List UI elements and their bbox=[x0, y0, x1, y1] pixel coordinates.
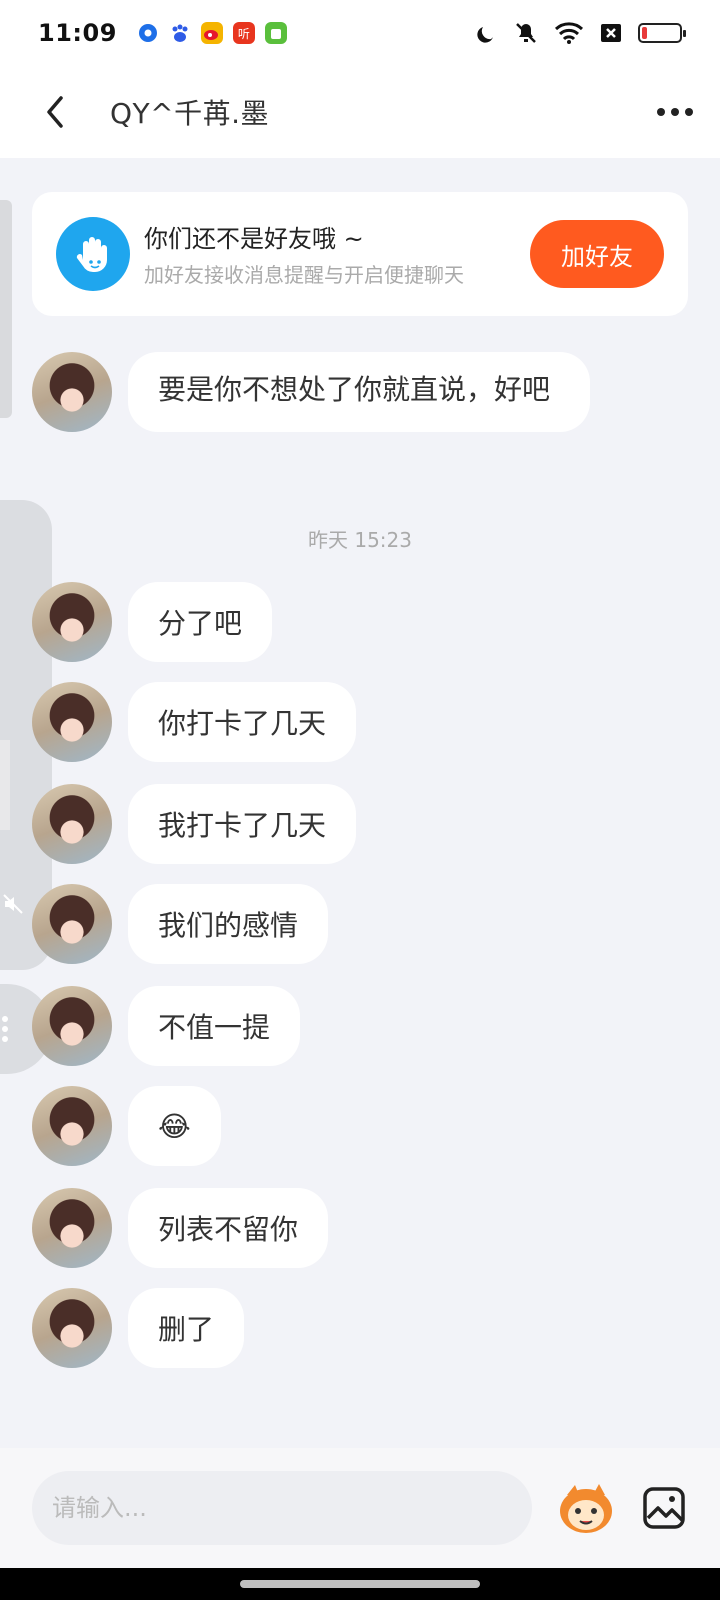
handle-dot-icon bbox=[2, 1036, 8, 1042]
status-time: 11:09 bbox=[38, 19, 117, 47]
handle-dot-icon bbox=[2, 1016, 8, 1022]
message-item: 列表不留你 bbox=[32, 1188, 329, 1268]
avatar[interactable] bbox=[32, 1288, 112, 1368]
weibo-icon bbox=[200, 22, 223, 44]
message-bubble[interactable]: 要是你不想处了你就直说，好吧 bbox=[128, 352, 590, 432]
message-item: 你打卡了几天 bbox=[32, 682, 357, 762]
notification-icons: 听 bbox=[136, 22, 287, 44]
avatar[interactable] bbox=[32, 884, 112, 964]
hand-wave-icon bbox=[56, 217, 130, 291]
message-item: 😂 bbox=[32, 1086, 221, 1166]
input-bar bbox=[0, 1448, 720, 1568]
avatar[interactable] bbox=[32, 1086, 112, 1166]
avatar[interactable] bbox=[32, 1188, 112, 1268]
message-bubble[interactable]: 删了 bbox=[128, 1288, 245, 1368]
more-dot-icon bbox=[657, 108, 665, 116]
message-item: 要是你不想处了你就直说，好吧 bbox=[32, 352, 590, 432]
message-bubble[interactable]: 列表不留你 bbox=[128, 1188, 329, 1268]
avatar[interactable] bbox=[32, 682, 112, 762]
status-bar: 11:09 听 bbox=[0, 0, 720, 66]
message-item: 我们的感情 bbox=[32, 884, 329, 964]
chat-header: QY^千苒.墨 bbox=[0, 66, 720, 158]
back-button[interactable] bbox=[0, 66, 110, 158]
wifi-icon bbox=[554, 22, 584, 44]
add-friend-banner: 你们还不是好友哦 ~ 加好友接收消息提醒与开启便捷聊天 加好友 bbox=[32, 192, 688, 316]
speaker-mute-icon[interactable] bbox=[2, 892, 26, 916]
message-input[interactable] bbox=[32, 1471, 532, 1545]
message-bubble[interactable]: 我们的感情 bbox=[128, 884, 329, 964]
message-item: 我打卡了几天 bbox=[32, 784, 357, 864]
message-bubble[interactable]: 分了吧 bbox=[128, 582, 273, 662]
avatar[interactable] bbox=[32, 582, 112, 662]
mute-icon bbox=[516, 23, 536, 43]
image-icon bbox=[643, 1487, 685, 1529]
more-options-button[interactable] bbox=[630, 66, 720, 158]
android-store-icon bbox=[264, 22, 287, 44]
ting-icon: 听 bbox=[232, 22, 255, 44]
more-dot-icon bbox=[671, 108, 679, 116]
message-bubble[interactable]: 你打卡了几天 bbox=[128, 682, 357, 762]
message-item: 不值一提 bbox=[32, 986, 301, 1066]
chevron-left-icon bbox=[47, 96, 63, 128]
avatar[interactable] bbox=[32, 784, 112, 864]
battery-low-icon bbox=[638, 23, 686, 43]
emoji-button[interactable] bbox=[556, 1478, 616, 1538]
message-bubble[interactable]: 不值一提 bbox=[128, 986, 301, 1066]
banner-subtitle: 加好友接收消息提醒与开启便捷聊天 bbox=[144, 262, 464, 287]
baidu-icon bbox=[168, 22, 191, 44]
home-indicator[interactable] bbox=[240, 1580, 480, 1588]
status-right bbox=[476, 21, 686, 45]
avatar[interactable] bbox=[32, 352, 112, 432]
add-friend-button[interactable]: 加好友 bbox=[530, 220, 664, 288]
side-drawer-handle[interactable] bbox=[0, 200, 12, 418]
more-dot-icon bbox=[685, 108, 693, 116]
message-item: 分了吧 bbox=[32, 582, 273, 662]
image-button[interactable] bbox=[640, 1484, 688, 1532]
moon-icon bbox=[477, 27, 493, 43]
banner-title: 你们还不是好友哦 ~ bbox=[144, 224, 364, 253]
monkey-face-icon bbox=[560, 1484, 612, 1533]
message-timestamp: 昨天 15:23 bbox=[308, 528, 412, 552]
banner-text: 你们还不是好友哦 ~ 加好友接收消息提醒与开启便捷聊天 bbox=[144, 219, 500, 290]
chat-title: QY^千苒.墨 bbox=[110, 97, 270, 130]
avatar[interactable] bbox=[32, 986, 112, 1066]
message-bubble[interactable]: 😂 bbox=[128, 1086, 221, 1166]
handle-dot-icon bbox=[2, 1026, 8, 1032]
message-bubble[interactable]: 我打卡了几天 bbox=[128, 784, 357, 864]
sim-off-icon bbox=[601, 24, 621, 42]
message-item: 删了 bbox=[32, 1288, 245, 1368]
side-panel-bar bbox=[0, 740, 10, 830]
app-blue-circle-icon bbox=[136, 22, 159, 44]
